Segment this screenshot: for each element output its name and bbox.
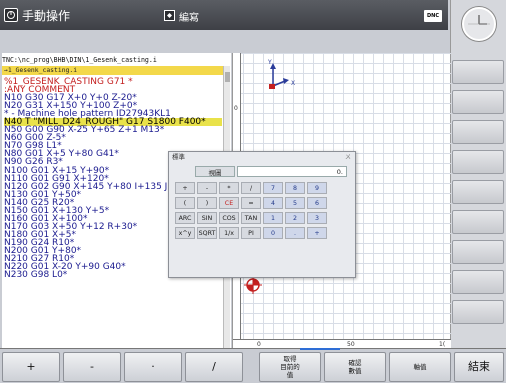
calculator-key[interactable]: 1	[263, 212, 283, 224]
calculator-key[interactable]: SIN	[197, 212, 217, 224]
side-softkey-4[interactable]	[452, 150, 504, 174]
softkey-page-indicator	[300, 348, 340, 350]
program-path: TNC:\nc_prog\BHB\DIN\1_Gesenk_casting.i	[2, 56, 157, 64]
calculator-key[interactable]: TAN	[241, 212, 261, 224]
calculator-key[interactable]: -	[197, 182, 217, 194]
calculator-key[interactable]: 2	[285, 212, 305, 224]
confirm-value-softkey[interactable]: 確認 數值	[324, 352, 386, 382]
calculator-key[interactable]: 0	[263, 227, 283, 239]
calculator-key[interactable]: 5	[285, 197, 305, 209]
calculator-key[interactable]: 9	[307, 182, 327, 194]
axis-x-label: X	[291, 80, 296, 87]
edit-mode-icon	[164, 9, 175, 24]
dot-softkey[interactable]: ·	[124, 352, 182, 382]
calculator-key[interactable]: PI	[241, 227, 261, 239]
minus-softkey[interactable]: -	[63, 352, 121, 382]
side-softkey-2[interactable]	[452, 90, 504, 114]
calculator-key[interactable]: +	[175, 182, 195, 194]
end-softkey[interactable]: 結束	[454, 352, 504, 382]
scrollbar-thumb[interactable]	[225, 72, 230, 82]
calculator-key[interactable]: +	[307, 227, 327, 239]
manual-mode-icon	[4, 8, 18, 22]
calculator-key[interactable]: 4	[263, 197, 283, 209]
take-current-value-softkey[interactable]: 取得 目前的 值	[259, 352, 321, 382]
dnc-badge: DNC	[424, 10, 442, 22]
calculator-display: 0.	[237, 166, 347, 177]
calculator-key[interactable]: 1/x	[219, 227, 239, 239]
slash-softkey[interactable]: /	[185, 352, 243, 382]
side-softkey-9[interactable]	[452, 300, 504, 324]
close-icon[interactable]: ㄨ	[345, 152, 351, 163]
calculator-title: 標準	[172, 153, 185, 161]
calculator-key[interactable]: CE	[219, 197, 239, 209]
operating-mode-label: 手動操作	[22, 8, 71, 23]
program-mode-label: 編寫	[179, 13, 199, 24]
program-mode[interactable]: 編寫	[164, 9, 199, 24]
calculator-key[interactable]: =	[241, 197, 261, 209]
side-softkey-8[interactable]	[452, 270, 504, 294]
calculator-key[interactable]: 8	[285, 182, 305, 194]
calculator-key[interactable]: .	[285, 227, 305, 239]
calculator-title-bar[interactable]: 標準 ㄨ	[169, 152, 355, 163]
calculator-key[interactable]: 6	[307, 197, 327, 209]
side-softkey-5[interactable]	[452, 180, 504, 204]
calculator-key[interactable]: 3	[307, 212, 327, 224]
calculator-key[interactable]: x^y	[175, 227, 195, 239]
side-softkey-7[interactable]	[452, 240, 504, 264]
calculator-key[interactable]: SQRT	[197, 227, 217, 239]
axis-value-softkey[interactable]: 軸值	[389, 352, 451, 382]
calculator-dialog: 標準 ㄨ 視圖 0. + - */7 8 9() CE = 4 5 6 ARC SIN COS TAN 1 2…	[168, 151, 356, 278]
clock-icon	[462, 7, 496, 41]
calculator-view-button[interactable]: 視圖	[195, 166, 235, 177]
side-softkey-3[interactable]	[452, 120, 504, 144]
side-softkey-6[interactable]	[452, 210, 504, 234]
calculator-key[interactable]: /	[241, 182, 261, 194]
calculator-key[interactable]: ARC	[175, 212, 195, 224]
header-bar: 手動操作 編寫 DNC	[0, 0, 448, 30]
plus-softkey[interactable]: +	[2, 352, 60, 382]
program-file-tab[interactable]: →1_Gesenk_casting.i	[2, 66, 229, 75]
side-softkey-1[interactable]	[452, 60, 504, 84]
calculator-keypad: + - */7 8 9() CE = 4 5 6 ARC SIN COS TAN 1 2 3 x^y SQRT 1/x…	[175, 182, 349, 239]
calculator-key[interactable]: (	[175, 197, 195, 209]
vertical-softkey-panel	[450, 0, 506, 348]
calculator-key[interactable]: *	[219, 182, 239, 194]
calculator-key[interactable]: 7	[263, 182, 283, 194]
operating-mode[interactable]: 手動操作	[4, 5, 70, 25]
calculator-key[interactable]: )	[197, 197, 217, 209]
axis-y-label: Y	[268, 59, 272, 66]
calculator-key[interactable]: COS	[219, 212, 239, 224]
